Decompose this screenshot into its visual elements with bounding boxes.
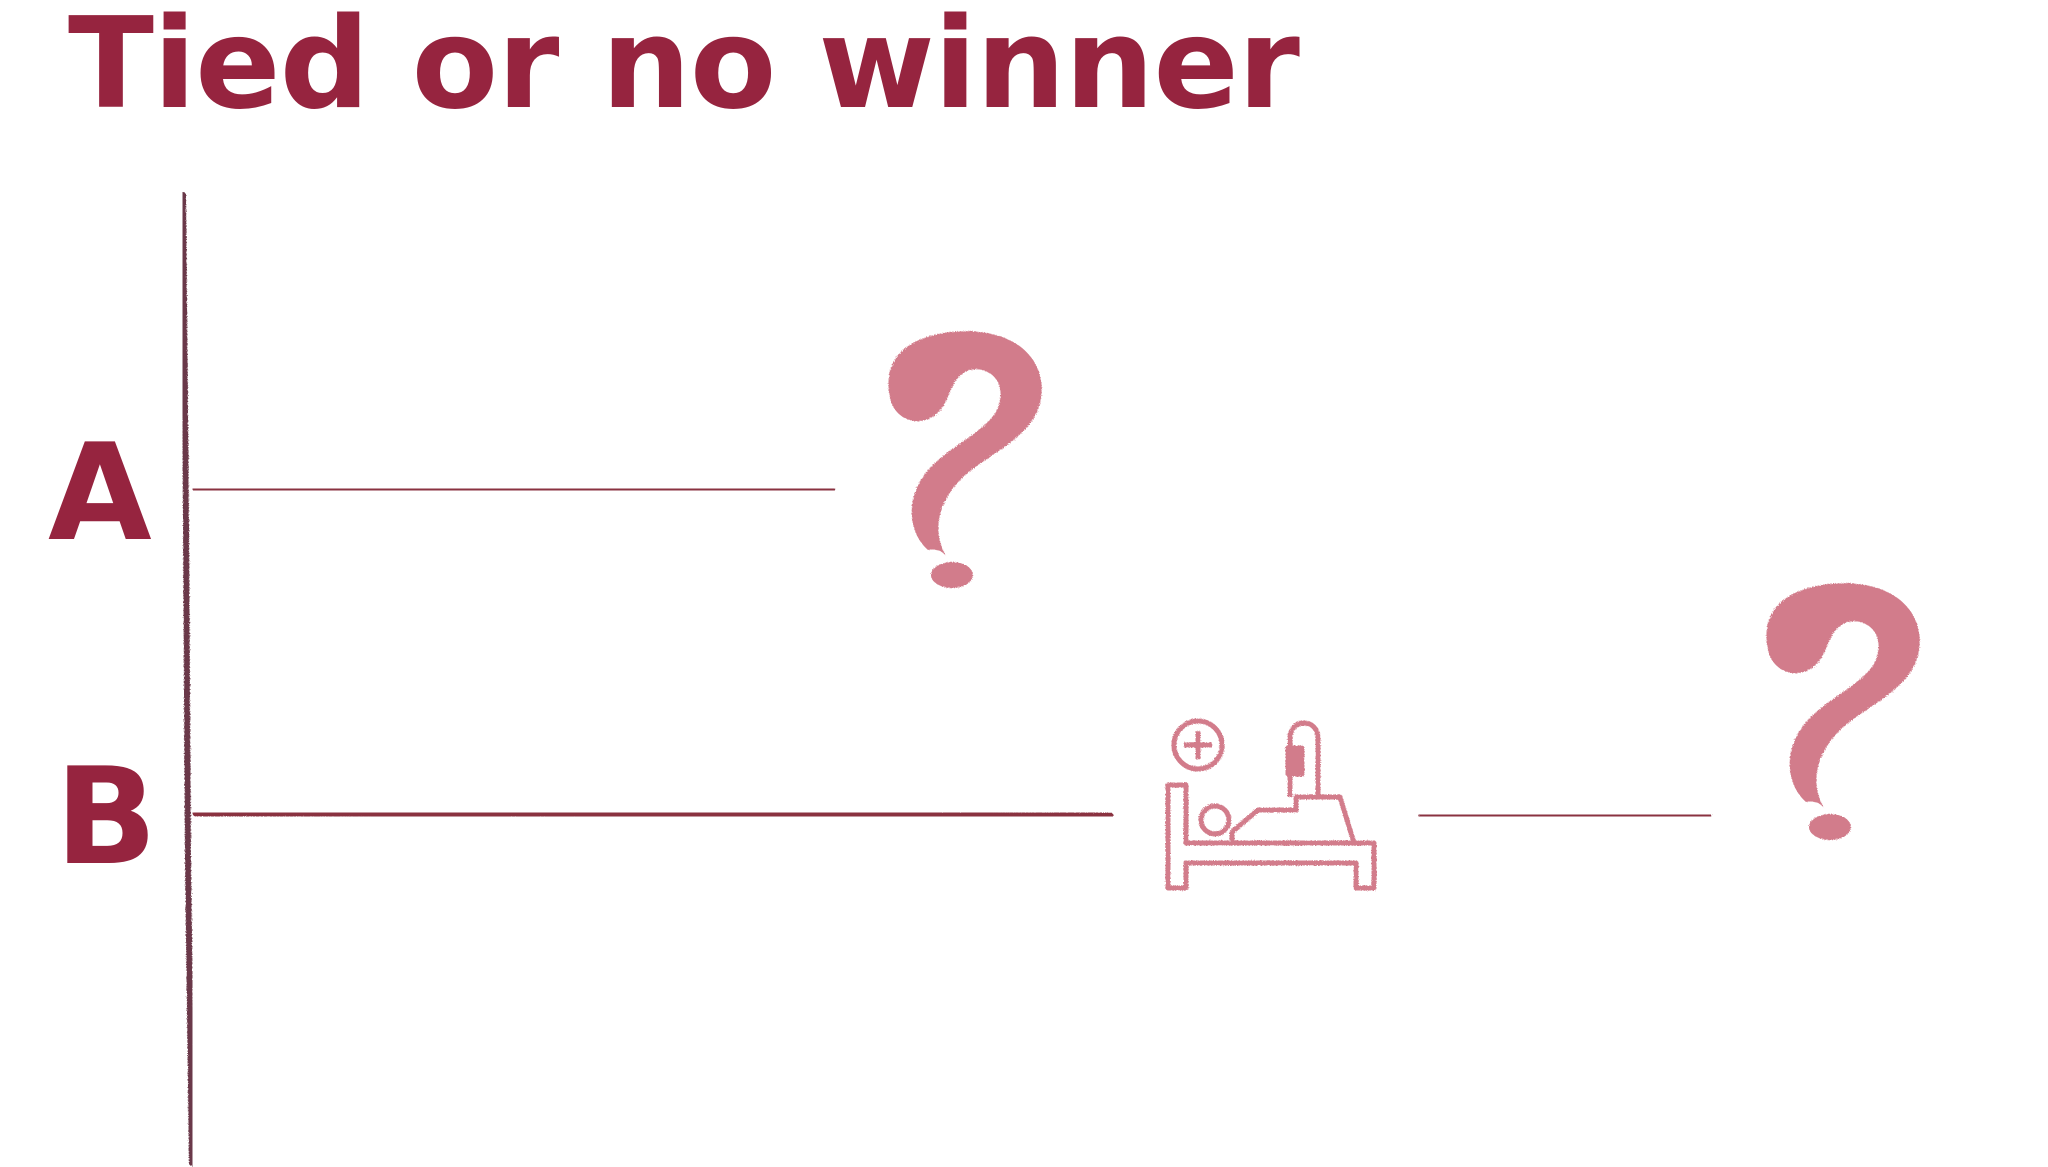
track-line-b-end bbox=[1418, 811, 1712, 820]
track-line-a bbox=[192, 485, 836, 494]
question-mark-icon bbox=[888, 331, 1042, 588]
track-line-b-start bbox=[192, 809, 1114, 820]
start-axis bbox=[180, 192, 195, 1166]
timeline-diagram bbox=[180, 192, 1920, 1166]
question-mark-icon bbox=[1766, 583, 1920, 840]
hospital-bed-icon bbox=[1165, 718, 1377, 891]
